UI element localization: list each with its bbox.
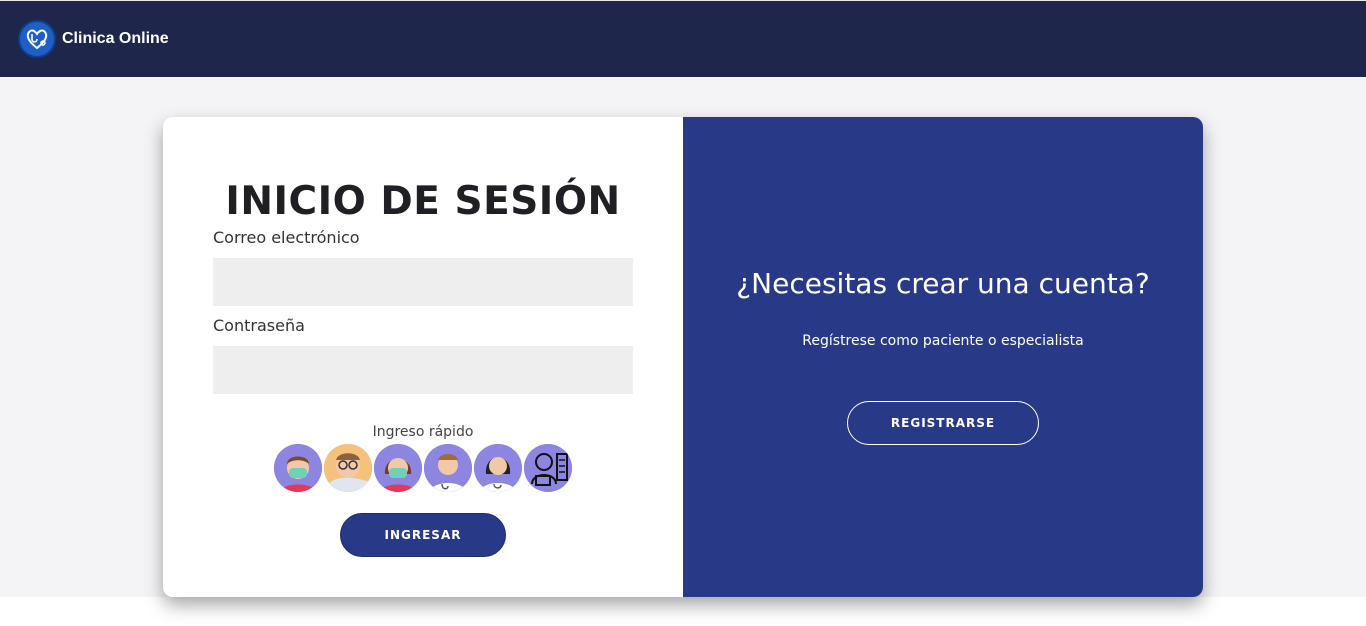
brand-name: Clinica Online	[62, 30, 169, 47]
register-subtitle: Regístrese como paciente o especialista	[802, 333, 1084, 349]
masked-woman-avatar-icon[interactable]	[374, 444, 422, 492]
login-panel: INICIO DE SESIÓN Correo electrónico Cont…	[163, 117, 683, 597]
email-field[interactable]	[213, 258, 633, 306]
password-label: Contraseña	[213, 316, 305, 335]
login-title: INICIO DE SESIÓN	[225, 179, 621, 224]
male-doctor-avatar-icon[interactable]	[424, 444, 472, 492]
female-doctor-avatar-icon[interactable]	[474, 444, 522, 492]
man-with-glasses-avatar-icon[interactable]	[324, 444, 372, 492]
register-button[interactable]: REGISTRARSE	[847, 401, 1039, 445]
quick-access-label: Ingreso rápido	[372, 424, 474, 440]
admin-avatar-icon[interactable]	[524, 444, 572, 492]
password-field[interactable]	[213, 346, 633, 394]
quick-access-avatars	[274, 444, 574, 492]
auth-card: INICIO DE SESIÓN Correo electrónico Cont…	[163, 117, 1203, 597]
login-button[interactable]: INGRESAR	[340, 513, 506, 557]
register-panel: ¿Necesitas crear una cuenta? Regístrese …	[683, 117, 1203, 597]
register-title: ¿Necesitas crear una cuenta?	[736, 267, 1150, 300]
heart-stethoscope-icon	[18, 20, 56, 58]
top-navbar: Clinica Online	[0, 0, 1366, 77]
email-label: Correo electrónico	[213, 228, 360, 247]
masked-man-avatar-icon[interactable]	[274, 444, 322, 492]
brand-link[interactable]: Clinica Online	[18, 20, 169, 58]
